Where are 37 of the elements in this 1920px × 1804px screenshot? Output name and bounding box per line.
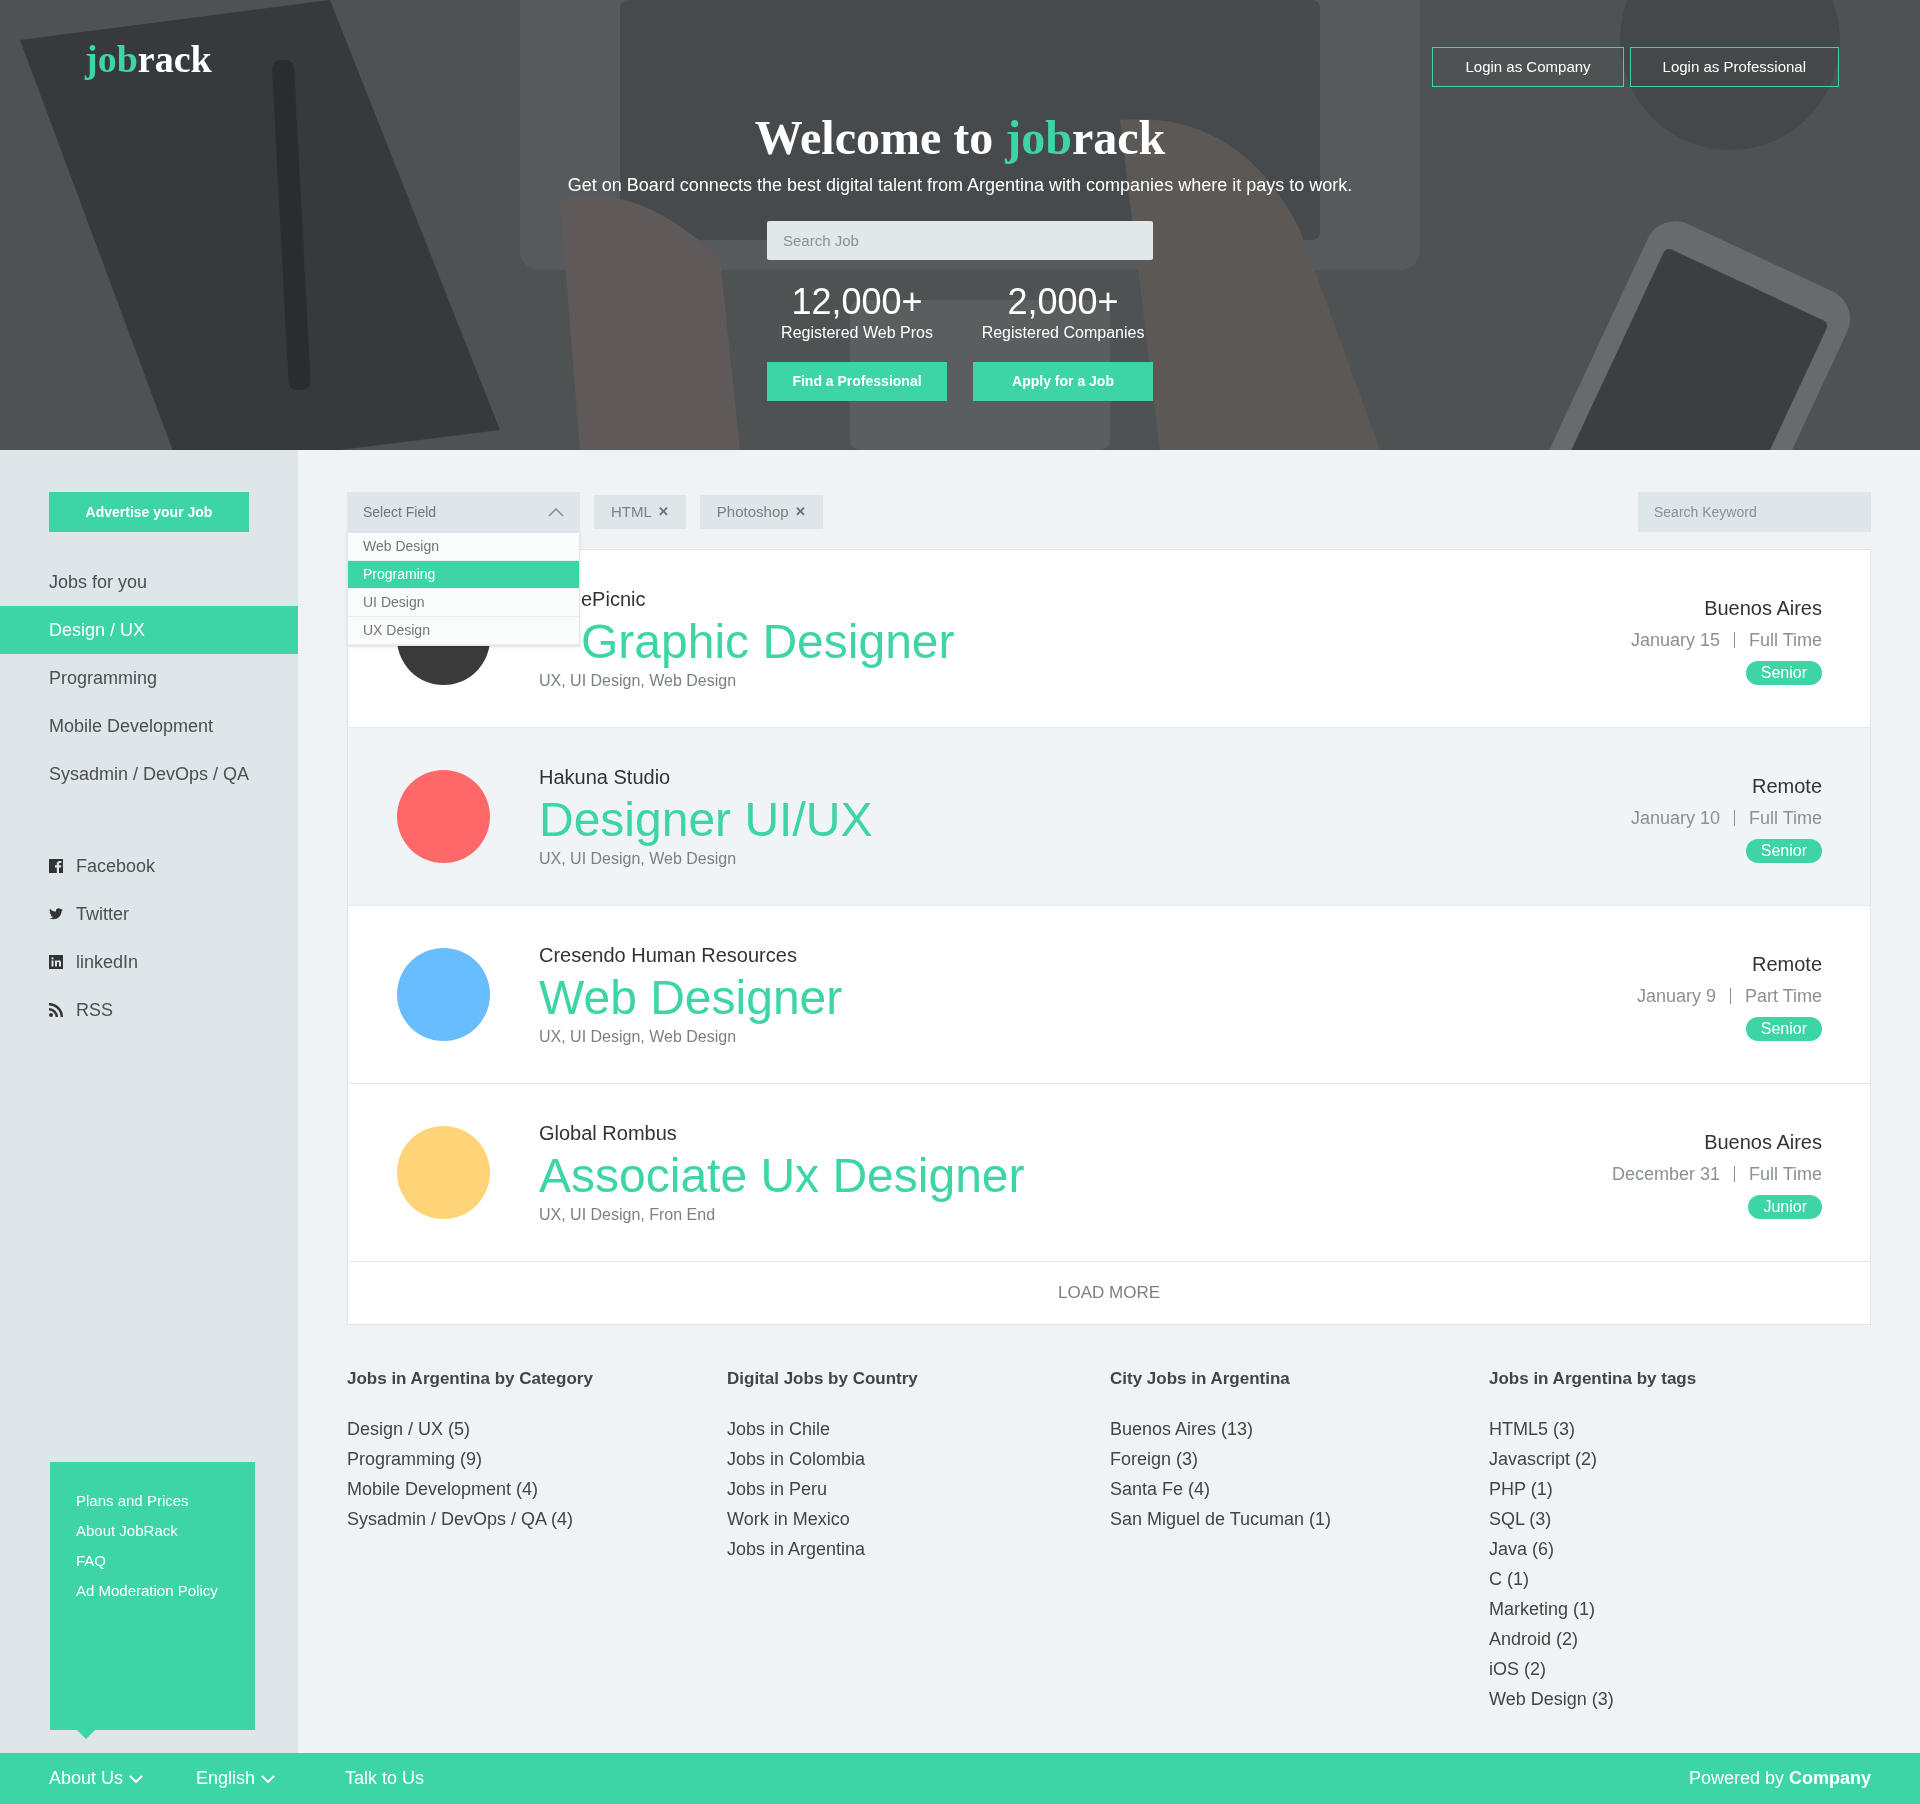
- credit-text: Powered by Company: [1688, 1767, 1871, 1790]
- company-name: Hakuna Studio: [539, 764, 672, 790]
- job-type: Part Time: [1744, 984, 1822, 1008]
- level-badge: Senior: [1745, 1016, 1822, 1041]
- job-skills: UX, UI Design, Web Design: [539, 670, 738, 691]
- tagline: Get on Board connects the best digital talent from Argentina with companies where it pays to work.: [567, 174, 1353, 197]
- column-heading: Jobs in Argentina by tags: [1489, 1368, 1698, 1390]
- column-heading: City Jobs in Argentina: [1110, 1368, 1291, 1390]
- company-name: ePicnic: [580, 586, 647, 612]
- job-skills: UX, UI Design, Web Design: [539, 848, 738, 869]
- job-location: Remote: [1751, 773, 1822, 799]
- column-heading: Digital Jobs by Country: [727, 1368, 919, 1390]
- company-name: Global Rombus: [539, 1120, 678, 1146]
- company-name: Cresendo Human Resources: [539, 942, 798, 968]
- job-skills: UX, UI Design, Fron End: [539, 1204, 717, 1225]
- job-type: Full Time: [1749, 1162, 1822, 1186]
- job-skills: UX, UI Design, Web Design: [539, 1026, 738, 1047]
- level-badge: Senior: [1745, 838, 1822, 863]
- job-date: January 10: [1630, 806, 1720, 830]
- tag-label: HTML: [611, 501, 652, 522]
- job-date: December 31: [1611, 1162, 1720, 1186]
- level-badge: Senior: [1745, 660, 1822, 685]
- job-location: Remote: [1751, 951, 1822, 977]
- column-heading: Jobs in Argentina by Category: [347, 1368, 594, 1390]
- job-date: January 15: [1630, 628, 1720, 652]
- job-date: January 9: [1636, 984, 1716, 1008]
- tag-label: Photoshop: [716, 501, 789, 522]
- job-location: Buenos Aires: [1704, 595, 1822, 621]
- job-location: Buenos Aires: [1704, 1129, 1822, 1155]
- stat-value: 12,000+: [791, 282, 923, 322]
- level-badge: Junior: [1748, 1194, 1822, 1219]
- stat-value: 2,000+: [1007, 282, 1119, 322]
- job-type: Full Time: [1749, 628, 1822, 652]
- stat-label: Registered Web Pros: [781, 323, 933, 343]
- stat-label: Registered Companies: [981, 323, 1145, 343]
- job-type: Full Time: [1749, 806, 1822, 830]
- headline: Welcome to jobrack: [754, 110, 1166, 166]
